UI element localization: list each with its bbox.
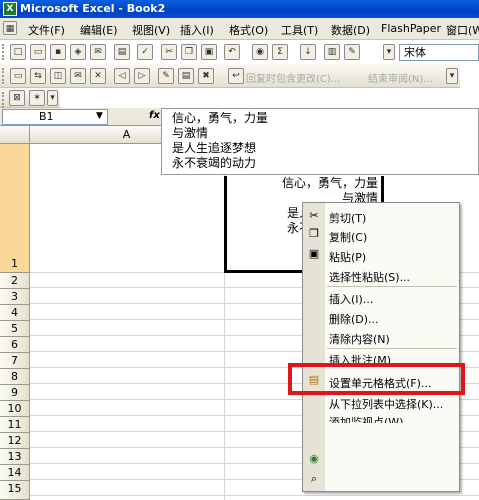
track-icon[interactable]: ◫ xyxy=(50,68,66,84)
save-icon[interactable]: ▪ xyxy=(50,44,66,60)
formula-line: 信心，勇气，力量 xyxy=(172,111,269,125)
spelling-icon[interactable]: ✓ xyxy=(137,44,153,60)
menu-view[interactable]: 视图(V) xyxy=(132,22,170,38)
toolbar-grip[interactable] xyxy=(2,44,6,60)
ctx-delete[interactable]: 删除(D)... xyxy=(329,311,379,327)
discussion-icon[interactable]: ✉ xyxy=(70,68,86,84)
cell-text-line: 信心，勇气，力量 xyxy=(281,176,378,190)
workbook-menu-icon[interactable]: ▦ xyxy=(3,21,17,35)
menu-flashpaper[interactable]: FlashPaper xyxy=(381,22,441,35)
select-all-corner[interactable] xyxy=(0,126,30,144)
row-header-12[interactable]: 12 xyxy=(0,433,30,449)
permission-icon[interactable]: ◈ xyxy=(70,44,86,60)
context-menu-blank-area xyxy=(325,423,459,491)
row-header-14[interactable]: 14 xyxy=(0,465,30,481)
row-header-7[interactable]: 7 xyxy=(0,353,30,369)
row-header-4[interactable]: 4 xyxy=(0,305,30,321)
row-header-10[interactable]: 10 xyxy=(0,401,30,417)
name-box-dropdown-icon[interactable]: ▼ xyxy=(96,111,103,121)
row-header-8[interactable]: 8 xyxy=(0,369,30,385)
star-icon[interactable]: ✶ xyxy=(29,90,45,106)
undo-icon[interactable]: ↶ xyxy=(224,44,240,60)
menu-edit[interactable]: 编辑(E) xyxy=(80,22,118,38)
ctx-paste[interactable]: 粘贴(P) xyxy=(329,249,366,265)
sort-ascending-icon[interactable]: ↓ xyxy=(300,44,316,60)
toolbar-grip[interactable] xyxy=(2,68,6,84)
copy-icon: ❐ xyxy=(309,227,319,240)
paste-icon[interactable]: ▣ xyxy=(201,44,217,60)
menu-bar: ▦ 文件(F) 编辑(E) 视图(V) 插入(I) 格式(O) 工具(T) 数据… xyxy=(0,18,479,40)
research-icon: ⌕ xyxy=(310,472,318,485)
chart-wizard-icon[interactable]: ▥ xyxy=(324,44,340,60)
reply-with-changes-button[interactable]: 回复时包含更改(C)... xyxy=(246,70,340,85)
menu-separator xyxy=(327,286,457,287)
title-bar: X Microsoft Excel - Book2 xyxy=(0,0,479,18)
window-title: Microsoft Excel - Book2 xyxy=(20,2,166,15)
highlight-box xyxy=(288,363,465,395)
toolbar-options-icon[interactable]: ▾ xyxy=(383,44,395,60)
ctx-copy[interactable]: 复制(C) xyxy=(329,229,367,245)
row-header-3[interactable]: 3 xyxy=(0,289,30,305)
context-menu: ✂ 剪切(T) ❐ 复制(C) ▣ 粘贴(P) 选择性粘贴(S)... 插入(I… xyxy=(302,202,460,492)
menu-format[interactable]: 格式(O) xyxy=(229,22,268,38)
ctx-cut[interactable]: 剪切(T) xyxy=(329,210,366,226)
ctx-paste-special[interactable]: 选择性粘贴(S)... xyxy=(329,269,410,285)
row-header-11[interactable]: 11 xyxy=(0,417,30,433)
new-comment-icon[interactable]: ✎ xyxy=(158,68,174,84)
row-header-5[interactable]: 5 xyxy=(0,321,30,337)
hyperlink-icon[interactable]: ◉ xyxy=(252,44,268,60)
menu-window[interactable]: 窗口(W) xyxy=(446,22,479,38)
formula-line: 与激情 xyxy=(172,126,209,140)
reviewing-toolbar: ▭ ⇆ ◫ ✉ ✕ ◁ ▷ ✎ ▤ ✖ ↩ 回复时包含更改(C)... 结束审阅… xyxy=(0,64,460,88)
globe-icon: ◉ xyxy=(309,452,319,465)
formula-line: 永不衰竭的动力 xyxy=(172,156,257,170)
row-header-9[interactable]: 9 xyxy=(0,385,30,401)
next-comment-icon[interactable]: ▷ xyxy=(134,68,150,84)
show-comments-icon[interactable]: ▤ xyxy=(178,68,194,84)
open-icon[interactable]: ▭ xyxy=(30,44,46,60)
toolbar-grip[interactable] xyxy=(2,92,6,108)
fx-icon[interactable]: fx xyxy=(149,110,160,121)
cut-icon[interactable]: ✂ xyxy=(161,44,177,60)
menu-insert[interactable]: 插入(I) xyxy=(180,22,214,38)
reject-icon[interactable]: ✕ xyxy=(90,68,106,84)
toolbar-options-icon[interactable]: ▾ xyxy=(47,90,58,106)
doc-icon[interactable]: ▭ xyxy=(10,68,26,84)
ctx-clear-contents[interactable]: 清除内容(N) xyxy=(329,331,390,347)
name-box[interactable]: B1 xyxy=(2,109,108,125)
excel-app-icon: X xyxy=(3,2,17,16)
menu-separator xyxy=(327,348,457,349)
formula-line: 是人生追逐梦想 xyxy=(172,141,257,155)
row-header-1[interactable]: 1 xyxy=(0,144,30,273)
delete-comment-icon[interactable]: ✖ xyxy=(198,68,214,84)
row-header-6[interactable]: 6 xyxy=(0,337,30,353)
menu-data[interactable]: 数据(D) xyxy=(331,22,370,38)
prev-comment-icon[interactable]: ◁ xyxy=(114,68,130,84)
reply-icon[interactable]: ↩ xyxy=(228,68,244,84)
menu-tools[interactable]: 工具(T) xyxy=(281,22,318,38)
end-review-button[interactable]: 结束审阅(N)... xyxy=(368,70,433,85)
pdf-icon[interactable]: ⊠ xyxy=(9,90,25,106)
email-icon[interactable]: ✉ xyxy=(90,44,106,60)
drawing-icon[interactable]: ✎ xyxy=(344,44,360,60)
ctx-insert[interactable]: 插入(I)... xyxy=(329,291,373,307)
toolbar-options-icon[interactable]: ▾ xyxy=(446,68,458,84)
print-icon[interactable]: ▤ xyxy=(114,44,130,60)
paste-icon: ▣ xyxy=(308,247,320,260)
menu-file[interactable]: 文件(F) xyxy=(28,22,65,38)
row-header-13[interactable]: 13 xyxy=(0,449,30,465)
autosum-icon[interactable]: Σ xyxy=(272,44,288,60)
row-header-2[interactable]: 2 xyxy=(0,273,30,289)
compare-icon[interactable]: ⇆ xyxy=(30,68,46,84)
scissors-icon: ✂ xyxy=(309,209,319,222)
ctx-pick-from-list[interactable]: 从下拉列表中选择(K)... xyxy=(329,396,443,412)
new-icon[interactable]: □ xyxy=(10,44,26,60)
row-header-15[interactable]: 15 xyxy=(0,481,30,500)
formula-content[interactable]: 信心，勇气，力量 与激情 是人生追逐梦想 永不衰竭的动力 xyxy=(161,108,479,175)
font-name-box[interactable]: 宋体 xyxy=(399,44,479,61)
copy-icon[interactable]: ❐ xyxy=(181,44,197,60)
extra-toolbar: ⊠ ✶ ▾ xyxy=(0,88,60,108)
